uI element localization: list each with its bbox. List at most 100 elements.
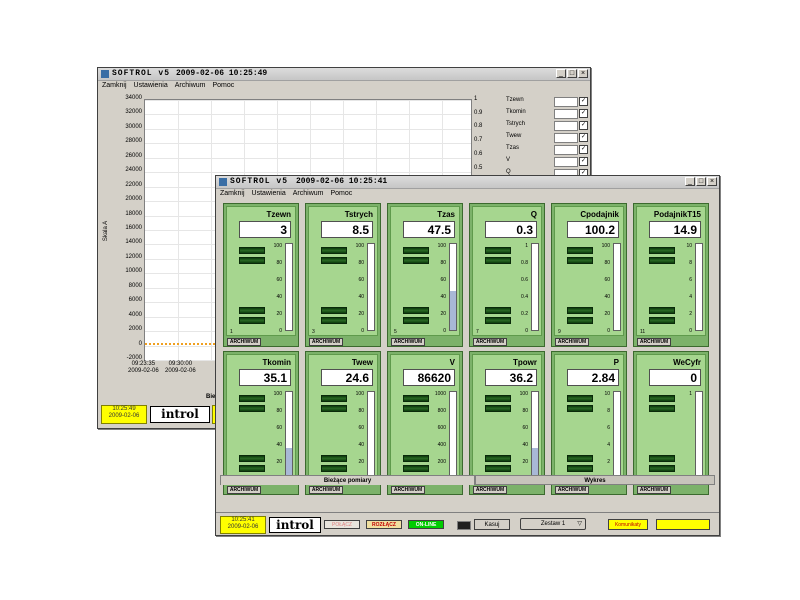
y2-tick-label: 0.8 [474, 123, 483, 130]
status-led-icon [649, 257, 675, 264]
back-title-bar[interactable]: SOFTROL v5 2009-02-06 10:25:49 _ □ × [98, 68, 590, 81]
grid-line [145, 100, 471, 101]
close-icon[interactable]: × [707, 177, 717, 186]
level-gauge [695, 243, 703, 331]
legend-checkbox[interactable]: ✓ [579, 145, 588, 154]
legend-checkbox[interactable]: ✓ [579, 157, 588, 166]
minimize-icon[interactable]: _ [556, 69, 566, 78]
gauge-tick-label: 2 [689, 311, 692, 317]
gauge-tick-label: 20 [276, 311, 282, 317]
y-tick-label: 6000 [128, 297, 142, 304]
gauge-fill [532, 447, 538, 478]
y-tick-label: 34000 [125, 95, 142, 101]
tab-current-measurements[interactable]: Bieżące pomiary [220, 475, 475, 485]
gauge-tick-label: 40 [358, 294, 364, 300]
gauge-tick-label: 1 [689, 391, 692, 397]
disconnect-button[interactable]: ROZŁĄCZ [366, 520, 402, 529]
status-led-icon [239, 455, 265, 462]
status-led-icon [321, 395, 347, 402]
y-tick-label: 18000 [125, 210, 142, 217]
archive-button[interactable]: ARCHIWUM [555, 486, 589, 494]
legend-swatch [554, 145, 578, 155]
y-tick-label: 8000 [128, 282, 142, 289]
menu-pomoc[interactable]: Pomoc [213, 81, 235, 91]
gauge-tick-label: 800 [437, 408, 446, 414]
minimize-icon[interactable]: _ [685, 177, 695, 186]
archive-button[interactable]: ARCHIWUM [555, 338, 589, 346]
archive-button[interactable]: ARCHIWUM [309, 486, 343, 494]
menu-ustawienia[interactable]: Ustawienia [252, 189, 286, 199]
panel-value: 86620 [403, 369, 455, 386]
maximize-icon[interactable]: □ [696, 177, 706, 186]
legend-label: Tstrych [506, 121, 526, 127]
archive-button[interactable]: ARCHIWUM [227, 338, 261, 346]
legend-item[interactable]: Tzas ✓ [502, 144, 588, 156]
x-tick-0: 09:23:35 2009-02-06 [128, 361, 159, 374]
back-tab[interactable]: Bie [206, 394, 215, 400]
menu-pomoc[interactable]: Pomoc [331, 189, 353, 199]
maximize-icon[interactable]: □ [567, 69, 577, 78]
connect-button[interactable]: POŁĄCZ [324, 520, 360, 529]
legend-item[interactable]: Tzewn ✓ [502, 96, 588, 108]
legend-checkbox[interactable]: ✓ [579, 121, 588, 130]
panel-name: Tzewn [266, 210, 291, 219]
panel-number: 7 [476, 329, 479, 335]
legend-checkbox[interactable]: ✓ [579, 97, 588, 106]
status-led-icon [321, 257, 347, 264]
level-gauge [531, 391, 539, 479]
legend-item[interactable]: Tstrych ✓ [502, 120, 588, 132]
gauge-tick-label: 0 [525, 328, 528, 334]
archive-button[interactable]: ARCHIWUM [391, 486, 425, 494]
panel-name: Tkomin [262, 358, 291, 367]
status-led-icon [567, 257, 593, 264]
gauge-fill [286, 447, 292, 478]
status-led-icon [567, 405, 593, 412]
legend-item[interactable]: Twew ✓ [502, 132, 588, 144]
legend-checkbox[interactable]: ✓ [579, 133, 588, 142]
legend-item[interactable]: V ✓ [502, 156, 588, 168]
gauge-tick-label: 10 [686, 243, 692, 249]
grid-line [145, 114, 471, 116]
close-icon[interactable]: × [578, 69, 588, 78]
archive-button[interactable]: ARCHIWUM [637, 486, 671, 494]
archive-button[interactable]: ARCHIWUM [391, 338, 425, 346]
legend-checkbox[interactable]: ✓ [579, 109, 588, 118]
archive-button[interactable]: ARCHIWUM [473, 486, 507, 494]
status-led-icon [239, 465, 265, 472]
menu-zamknij[interactable]: Zamknij [102, 81, 127, 91]
archive-button[interactable]: ARCHIWUM [473, 338, 507, 346]
menu-archiwum[interactable]: Archiwum [293, 189, 324, 199]
panel-value: 47.5 [403, 221, 455, 238]
set-dropdown[interactable]: Zestaw 1 ▽ [520, 518, 586, 530]
tab-chart[interactable]: Wykres [475, 475, 715, 485]
status-led-icon [567, 455, 593, 462]
gauge-tick-label: 0 [361, 328, 364, 334]
status-led-icon [239, 247, 265, 254]
legend-swatch [554, 109, 578, 119]
status-led-icon [567, 317, 593, 324]
gauge-tick-label: 40 [276, 294, 282, 300]
measurement-panel: Twew24.61008060402004ARCHIWUM [305, 351, 381, 495]
front-window: SOFTROL v5 2009-02-06 10:25:41 _ □ × Zam… [215, 175, 720, 536]
panel-name: Cpodajnik [580, 210, 619, 219]
legend-item[interactable]: Tkomin ✓ [502, 108, 588, 120]
archive-button[interactable]: ARCHIWUM [227, 486, 261, 494]
menu-zamknij[interactable]: Zamknij [220, 189, 245, 199]
messages-display [656, 519, 710, 530]
menu-ustawienia[interactable]: Ustawienia [134, 81, 168, 91]
y2-tick-label: 1 [474, 96, 478, 102]
y-tick-label: 0 [138, 340, 142, 347]
grid-line [145, 172, 471, 174]
clear-button[interactable]: Kasuj [474, 519, 510, 530]
status-led-icon [321, 247, 347, 254]
archive-button[interactable]: ARCHIWUM [637, 338, 671, 346]
status-led-icon [485, 257, 511, 264]
panel-value: 24.6 [321, 369, 373, 386]
tab-bar: Bieżące pomiary Wykres [220, 475, 715, 485]
legend-label: Twew [506, 133, 522, 139]
menu-archiwum[interactable]: Archiwum [175, 81, 206, 91]
messages-button[interactable]: Komunikaty [608, 519, 648, 530]
panel-value: 2.84 [567, 369, 619, 386]
front-title-bar[interactable]: SOFTROL v5 2009-02-06 10:25:41 _ □ × [216, 176, 719, 189]
archive-button[interactable]: ARCHIWUM [309, 338, 343, 346]
